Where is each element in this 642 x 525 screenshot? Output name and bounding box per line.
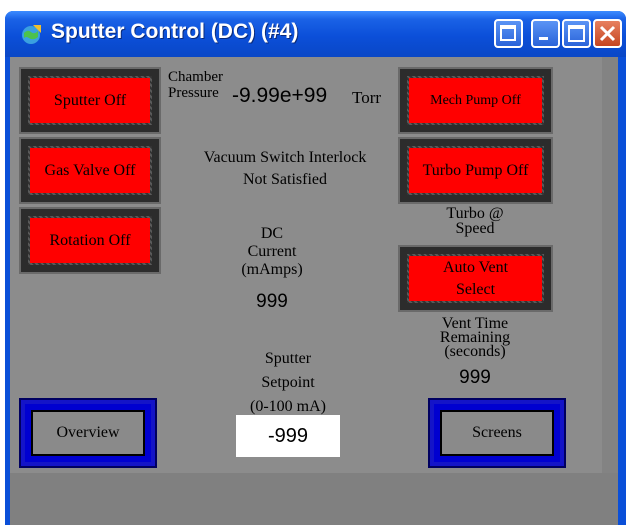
turbo-pump-button[interactable]: Turbo Pump Off	[398, 137, 553, 204]
vent-time-label: Vent Time Remaining (seconds)	[416, 316, 534, 360]
setpoint-input[interactable]: -999	[236, 415, 340, 457]
rotation-button-label: Rotation Off	[30, 218, 150, 263]
current-line2: Current	[247, 243, 297, 260]
current-line1: DC	[260, 225, 284, 242]
turbo-speed-line1: Turbo @	[446, 205, 504, 222]
window-title: Sputter Control (DC) (#4)	[51, 20, 299, 43]
setpoint-line1: Sputter	[264, 350, 312, 367]
status-area	[10, 473, 618, 525]
turbo-speed-indicator: Turbo @ Speed	[420, 205, 530, 237]
chamber-label-line1: Chamber	[168, 69, 223, 85]
auto-vent-button[interactable]: Auto Vent Select	[398, 245, 553, 312]
rotation-button[interactable]: Rotation Off	[19, 207, 161, 274]
dc-current-label: DC Current (mAmps)	[214, 225, 330, 279]
control-panel: Sputter Off Gas Valve Off Rotation Off M…	[10, 57, 602, 473]
chamber-pressure-unit: Torr	[352, 88, 382, 107]
screens-button-label: Screens	[440, 410, 554, 456]
setpoint-line2: Setpoint	[261, 374, 315, 391]
sputter-toggle-button[interactable]: Sputter Off	[19, 67, 161, 134]
app-icon	[22, 25, 41, 44]
maximize-icon[interactable]	[562, 19, 591, 48]
interlock-line1: Vacuum Switch Interlock	[203, 149, 367, 166]
chamber-pressure-value: -9.99e+99	[232, 84, 328, 107]
sputter-button-label: Sputter Off	[30, 78, 150, 123]
overview-button-label: Overview	[31, 410, 145, 456]
vent-time-value: 999	[459, 367, 491, 388]
setpoint-label: Sputter Setpoint (0-100 mA)	[222, 347, 354, 419]
mech-pump-button-label: Mech Pump Off	[409, 78, 542, 123]
gas-valve-button[interactable]: Gas Valve Off	[19, 137, 161, 204]
close-icon[interactable]	[593, 19, 622, 48]
turbo-pump-button-label: Turbo Pump Off	[409, 148, 542, 193]
interlock-line2: Not Satisfied	[243, 171, 327, 188]
chamber-label-line2: Pressure	[168, 85, 219, 101]
client-area: Sputter Off Gas Valve Off Rotation Off M…	[10, 57, 618, 525]
overview-button[interactable]: Overview	[19, 398, 157, 468]
interlock-status: Vacuum Switch Interlock Not Satisfied	[170, 149, 400, 189]
mech-pump-button[interactable]: Mech Pump Off	[398, 67, 553, 134]
dc-current-value: 999	[256, 291, 288, 312]
title-bar[interactable]: Sputter Control (DC) (#4)	[5, 11, 626, 57]
screens-button[interactable]: Screens	[428, 398, 566, 468]
minimize-icon[interactable]	[531, 19, 560, 48]
auto-vent-face: Auto Vent Select	[409, 256, 542, 301]
auto-vent-label-line1: Auto Vent	[442, 258, 509, 276]
sputter-control-window: Sputter Control (DC) (#4) Sputter Off Ga…	[5, 11, 626, 525]
chamber-pressure-label: Chamber Pressure	[168, 69, 230, 101]
restore-icon[interactable]	[494, 19, 523, 48]
turbo-speed-line2: Speed	[455, 220, 495, 237]
vent-time-line3: (seconds)	[444, 343, 506, 360]
current-line3: (mAmps)	[241, 261, 303, 278]
gas-valve-button-label: Gas Valve Off	[30, 148, 150, 193]
auto-vent-label-line2: Select	[455, 280, 496, 298]
